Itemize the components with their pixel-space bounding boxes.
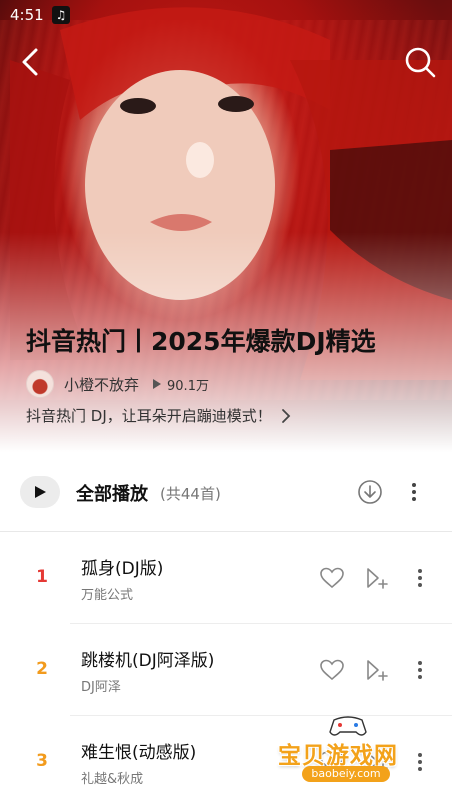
description-text: 抖音热门 DJ，让耳朵开启蹦迪模式！ xyxy=(26,407,272,425)
more-options-button[interactable] xyxy=(404,480,424,504)
song-title[interactable]: 孤身(DJ版) xyxy=(81,554,163,579)
song-title[interactable]: 难生恨(动感版) xyxy=(81,738,196,763)
playlist-title: 抖音热门丨2025年爆款DJ精选 xyxy=(26,327,376,356)
play-count-icon xyxy=(153,379,162,389)
song-more-button[interactable] xyxy=(410,566,430,590)
heart-icon xyxy=(320,567,344,589)
more-vertical-icon xyxy=(418,569,422,587)
creator-row[interactable]: 小橙不放弃 90.1万 xyxy=(26,370,209,398)
song-title[interactable]: 跳楼机(DJ阿泽版) xyxy=(81,646,214,671)
like-button[interactable] xyxy=(319,658,345,682)
heart-icon xyxy=(320,659,344,681)
song-index: 2 xyxy=(36,659,48,679)
song-count: (共44首) xyxy=(160,485,221,503)
add-to-playlist-button[interactable] xyxy=(364,658,388,682)
back-button[interactable] xyxy=(14,44,46,80)
status-time: 4:51 xyxy=(10,6,44,24)
avatar[interactable] xyxy=(26,370,54,398)
search-button[interactable] xyxy=(402,44,438,80)
like-button[interactable] xyxy=(319,566,345,590)
play-all-label[interactable]: 全部播放 xyxy=(76,480,148,506)
song-artist[interactable]: DJ阿泽 xyxy=(81,676,121,695)
add-to-playlist-icon xyxy=(367,660,388,681)
play-icon xyxy=(35,486,46,498)
add-to-playlist-icon xyxy=(367,568,388,589)
download-icon xyxy=(358,480,382,504)
play-count: 90.1万 xyxy=(167,378,209,394)
download-button[interactable] xyxy=(357,479,383,505)
song-row[interactable]: 1 孤身(DJ版) 万能公式 xyxy=(0,532,452,624)
play-all-button[interactable] xyxy=(20,476,60,508)
playlist-description[interactable]: 抖音热门 DJ，让耳朵开启蹦迪模式！ xyxy=(26,405,292,426)
chevron-right-icon xyxy=(281,408,291,423)
song-artist[interactable]: 礼越&秋成 xyxy=(81,768,143,787)
song-row[interactable]: 2 跳楼机(DJ阿泽版) DJ阿泽 xyxy=(0,624,452,716)
search-icon xyxy=(405,47,436,78)
watermark-logo: 宝贝游戏网 baobeiy.com xyxy=(276,712,422,796)
more-vertical-icon xyxy=(418,661,422,679)
add-to-playlist-button[interactable] xyxy=(364,566,388,590)
watermark-text: 宝贝游戏网 xyxy=(278,743,398,769)
chevron-left-icon xyxy=(22,48,38,76)
music-note-icon: ♫ xyxy=(52,6,70,24)
watermark-url: baobeiy.com xyxy=(302,766,390,782)
play-all-bar: 全部播放 (共44首) xyxy=(0,468,452,516)
song-artist[interactable]: 万能公式 xyxy=(81,584,133,603)
song-index: 1 xyxy=(36,567,48,587)
creator-name[interactable]: 小橙不放弃 xyxy=(64,374,139,395)
game-controller-icon xyxy=(329,716,367,736)
song-index: 3 xyxy=(36,751,48,771)
song-more-button[interactable] xyxy=(410,658,430,682)
more-vertical-icon xyxy=(412,483,416,501)
